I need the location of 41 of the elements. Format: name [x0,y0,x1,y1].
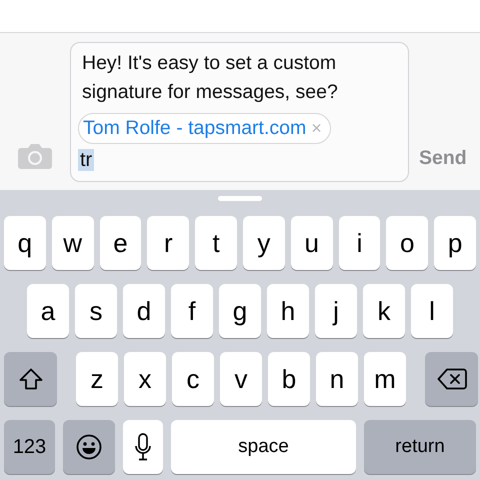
letter-key[interactable]: e [100,216,142,270]
delete-key[interactable] [425,352,478,406]
letter-key[interactable]: o [386,216,428,270]
signature-chip[interactable]: Tom Rolfe - tapsmart.com × [78,113,331,144]
letter-key[interactable]: i [338,216,380,270]
letter-key[interactable]: s [75,284,117,338]
letter-key[interactable]: v [220,352,262,406]
letter-key[interactable]: c [172,352,214,406]
numbers-key[interactable]: 123 [4,420,55,474]
space-key[interactable]: space [171,420,356,474]
letter-key[interactable]: r [147,216,190,270]
letter-key[interactable]: m [364,352,406,406]
letter-key[interactable]: g [219,284,261,338]
letter-key[interactable]: k [363,284,405,338]
letter-key[interactable]: h [267,284,309,338]
dictation-key[interactable] [123,420,163,474]
letter-key[interactable]: w [52,216,94,270]
letter-key[interactable]: a [27,284,69,338]
message-field[interactable]: Hey! It's easy to set a custom signature for messages, see? Tom Rolfe - tapsmart.com × tr [70,42,409,182]
letter-key[interactable]: j [315,284,357,338]
letter-key[interactable]: d [123,284,165,338]
microphone-icon [135,433,151,461]
grabber-handle[interactable] [218,196,262,201]
letter-key[interactable]: x [124,352,166,406]
emoji-key[interactable] [63,420,115,474]
letter-key[interactable]: q [4,216,46,270]
backspace-icon [436,368,466,390]
return-key[interactable]: return [364,420,476,474]
letter-key[interactable]: u [290,216,333,270]
shift-icon [18,368,42,390]
letter-key[interactable]: p [434,216,476,270]
letter-key[interactable]: n [316,352,358,406]
letter-key[interactable]: l [411,284,453,338]
shift-key[interactable] [4,352,57,406]
smiley-icon [76,434,102,460]
letter-key[interactable]: b [268,352,310,406]
letter-key[interactable]: t [195,216,237,270]
typed-text: tr [78,149,94,171]
letter-key[interactable]: f [171,284,213,338]
letter-key[interactable]: z [76,352,118,406]
letter-key[interactable]: y [242,216,285,270]
